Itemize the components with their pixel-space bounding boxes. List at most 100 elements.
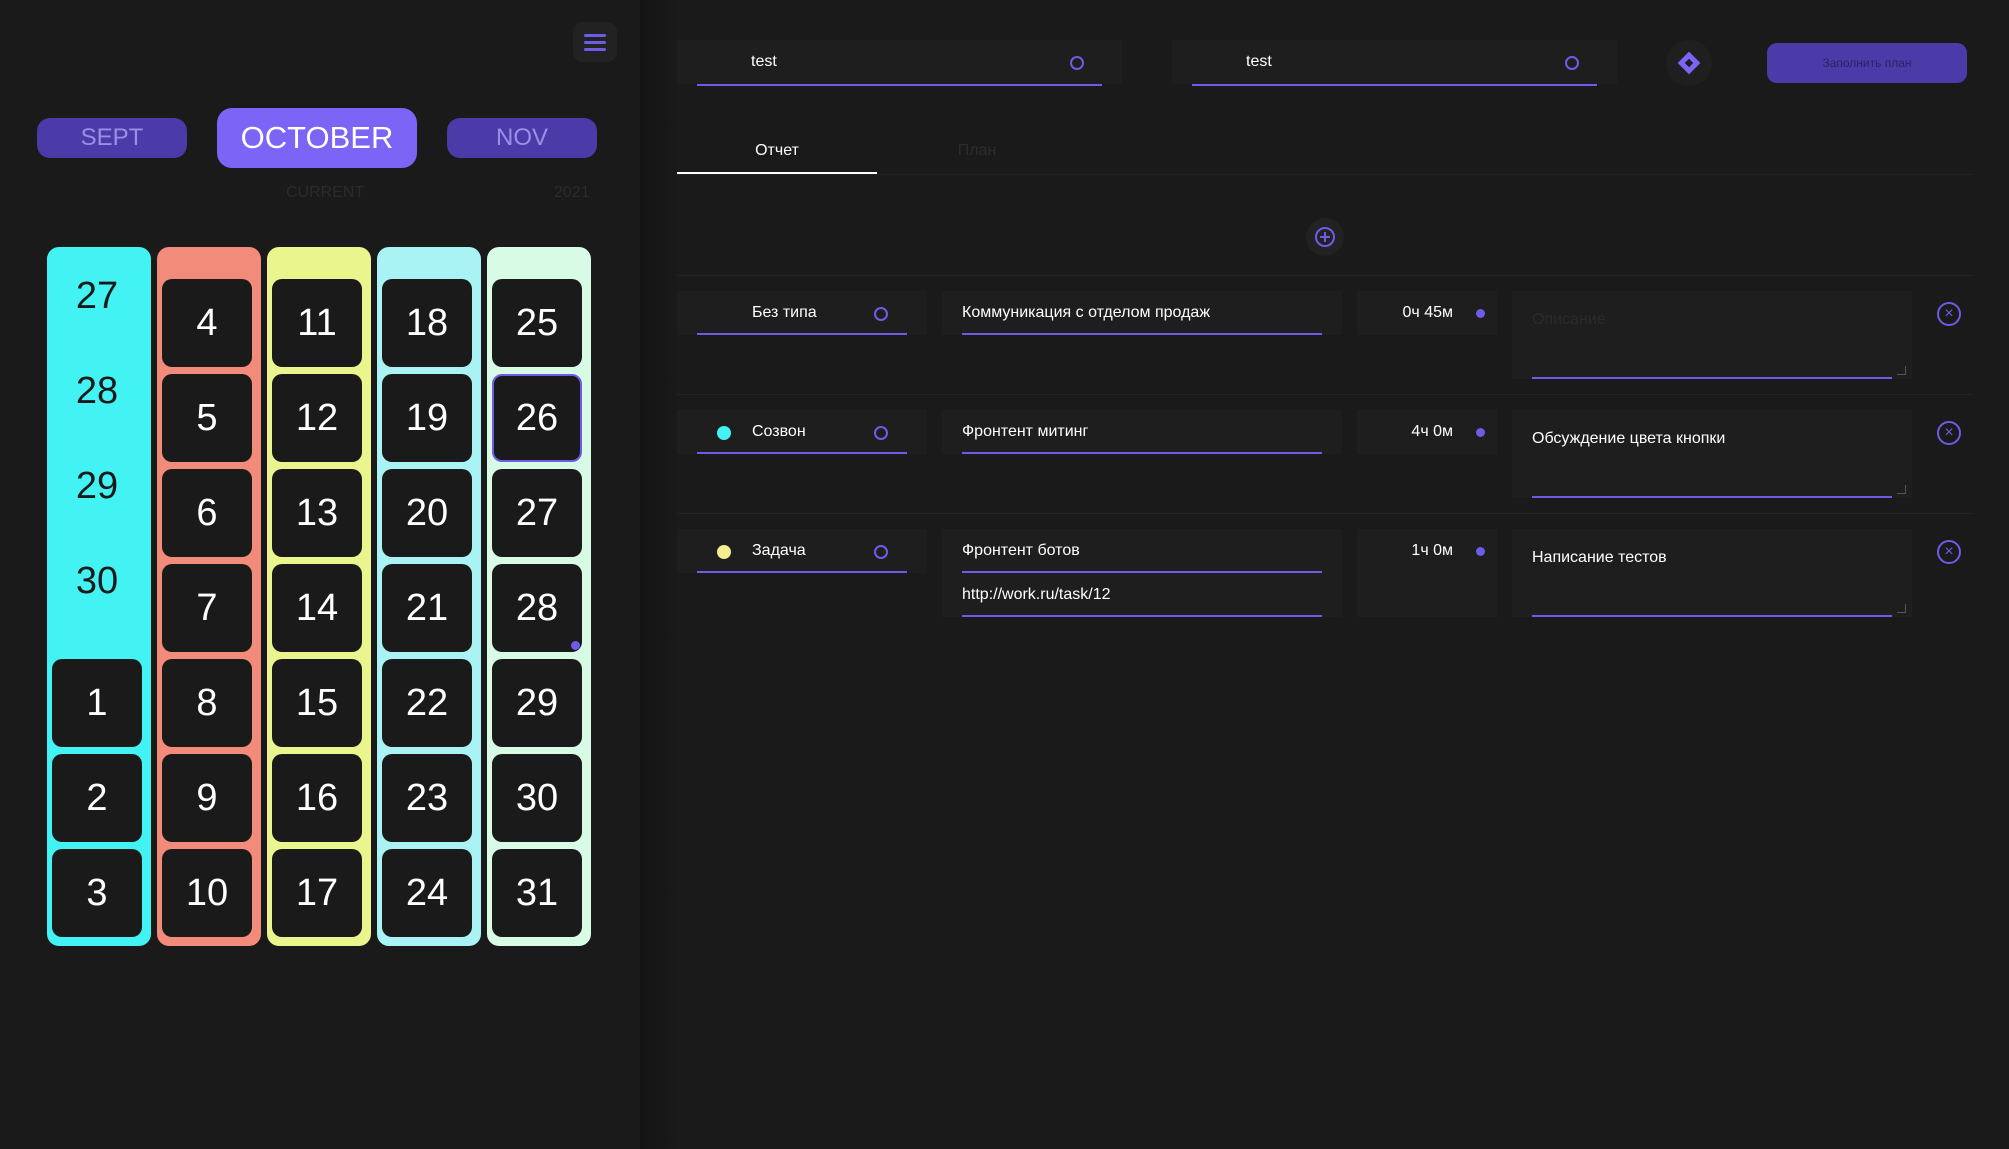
delete-entry-button[interactable]: ×	[1937, 540, 1961, 564]
top-select-2-field[interactable]: test	[1192, 40, 1597, 86]
calendar-day[interactable]: 7	[162, 564, 252, 652]
calendar-day-prev-month[interactable]: 27	[52, 252, 142, 340]
calendar-day[interactable]: 24	[382, 849, 472, 937]
resize-handle-icon[interactable]	[1897, 485, 1906, 494]
calendar-day[interactable]: 14	[272, 564, 362, 652]
calendar-day[interactable]: 17	[272, 849, 362, 937]
top-select-1-field[interactable]: test	[697, 40, 1102, 86]
time-text: 4ч 0м	[1411, 423, 1453, 440]
panel-divider	[640, 0, 680, 1149]
resize-handle-icon[interactable]	[1897, 604, 1906, 613]
add-entry-button[interactable]	[1306, 218, 1344, 256]
calendar-day-prev-month[interactable]: 29	[52, 442, 142, 530]
close-icon: ×	[1944, 424, 1954, 441]
task-link[interactable]: http://work.ru/task/12	[962, 573, 1111, 617]
close-icon: ×	[1944, 305, 1954, 322]
task-input[interactable]: Фронтент ботов http://work.ru/task/12	[942, 529, 1342, 617]
select-ring-icon	[874, 426, 888, 440]
time-dot-icon	[1476, 309, 1485, 318]
type-color-dot-icon	[717, 545, 731, 559]
calendar-day[interactable]: 16	[272, 754, 362, 842]
task-text: Фронтент митинг	[962, 423, 1089, 440]
calendar-panel: SEPT OCTOBER NOV CURRENT 2021 27 28 29 3…	[0, 0, 640, 1149]
description-textarea[interactable]: Написание тестов	[1512, 529, 1912, 617]
description-textarea[interactable]: Описание	[1512, 291, 1912, 379]
field-underline	[962, 333, 1322, 335]
time-input[interactable]: 4ч 0м	[1357, 410, 1497, 454]
calendar-day[interactable]: 20	[382, 469, 472, 557]
calendar-day[interactable]: 31	[492, 849, 582, 937]
calendar-day[interactable]: 29	[492, 659, 582, 747]
week-column-5: 25 26 27 28 29 30 31	[487, 247, 591, 946]
calendar-day[interactable]: 3	[52, 849, 142, 937]
hamburger-icon	[584, 40, 606, 44]
top-select-1[interactable]: test	[677, 40, 1122, 86]
calendar-day[interactable]: 27	[492, 469, 582, 557]
task-input[interactable]: Фронтент митинг	[942, 410, 1342, 454]
description-textarea[interactable]: Обсуждение цвета кнопки	[1512, 410, 1912, 498]
current-caption: CURRENT	[286, 184, 365, 201]
calendar-day-selected[interactable]: 26	[492, 374, 582, 462]
time-input[interactable]: 0ч 45м	[1357, 291, 1497, 335]
field-underline	[697, 452, 907, 454]
calendar-day[interactable]: 13	[272, 469, 362, 557]
calendar-day-prev-month[interactable]: 30	[52, 537, 142, 625]
row-separator	[677, 275, 1973, 276]
calendar-day[interactable]: 6	[162, 469, 252, 557]
hamburger-icon	[584, 47, 606, 51]
top-select-2[interactable]: test	[1172, 40, 1617, 86]
plus-circle-icon	[1315, 227, 1335, 247]
year-caption: 2021	[554, 184, 590, 201]
delete-entry-button[interactable]: ×	[1937, 421, 1961, 445]
calendar-day[interactable]: 10	[162, 849, 252, 937]
calendar-day-prev-month[interactable]: 28	[52, 347, 142, 435]
current-month-button[interactable]: OCTOBER	[217, 108, 417, 168]
calendar-day[interactable]: 8	[162, 659, 252, 747]
calendar-day[interactable]: 1	[52, 659, 142, 747]
calendar-day[interactable]: 9	[162, 754, 252, 842]
delete-entry-button[interactable]: ×	[1937, 302, 1961, 326]
calendar-day[interactable]: 25	[492, 279, 582, 367]
tab-plan[interactable]: План	[877, 130, 1077, 172]
resize-handle-icon[interactable]	[1897, 366, 1906, 375]
next-month-button[interactable]: NOV	[447, 118, 597, 158]
jira-button[interactable]	[1666, 40, 1712, 86]
select-ring-icon	[874, 307, 888, 321]
description-text: Написание тестов	[1532, 549, 1667, 566]
tab-bar: Отчет План	[677, 130, 1973, 175]
type-select[interactable]: Задача	[677, 529, 927, 573]
calendar-day[interactable]: 11	[272, 279, 362, 367]
calendar-day[interactable]: 4	[162, 279, 252, 367]
select-ring-icon	[1070, 56, 1084, 70]
close-icon: ×	[1944, 543, 1954, 560]
time-text: 1ч 0м	[1411, 542, 1453, 559]
type-select[interactable]: Без типа	[677, 291, 927, 335]
calendar-day[interactable]: 30	[492, 754, 582, 842]
time-input[interactable]: 1ч 0м	[1357, 529, 1497, 617]
calendar-day-marked[interactable]: 28	[492, 564, 582, 652]
prev-month-button[interactable]: SEPT	[37, 118, 187, 158]
tab-report[interactable]: Отчет	[677, 130, 877, 174]
calendar-day[interactable]: 19	[382, 374, 472, 462]
task-input[interactable]: Коммуникация с отделом продаж	[942, 291, 1342, 335]
type-label: Задача	[752, 542, 806, 559]
calendar-day-number: 28	[515, 586, 559, 629]
time-dot-icon	[1476, 547, 1485, 556]
time-dot-icon	[1476, 428, 1485, 437]
fill-plan-button[interactable]: Заполнить план	[1767, 43, 1967, 83]
type-select[interactable]: Созвон	[677, 410, 927, 454]
calendar-day[interactable]: 18	[382, 279, 472, 367]
description-placeholder: Описание	[1532, 311, 1606, 328]
calendar-day[interactable]: 15	[272, 659, 362, 747]
diamond-icon	[1677, 51, 1701, 75]
menu-button[interactable]	[573, 22, 617, 62]
field-underline	[1532, 615, 1892, 617]
calendar-day[interactable]: 22	[382, 659, 472, 747]
field-underline	[962, 615, 1322, 617]
calendar-day[interactable]: 2	[52, 754, 142, 842]
calendar-day[interactable]: 5	[162, 374, 252, 462]
calendar-day[interactable]: 23	[382, 754, 472, 842]
calendar-day[interactable]: 12	[272, 374, 362, 462]
field-underline	[962, 452, 1322, 454]
calendar-day[interactable]: 21	[382, 564, 472, 652]
